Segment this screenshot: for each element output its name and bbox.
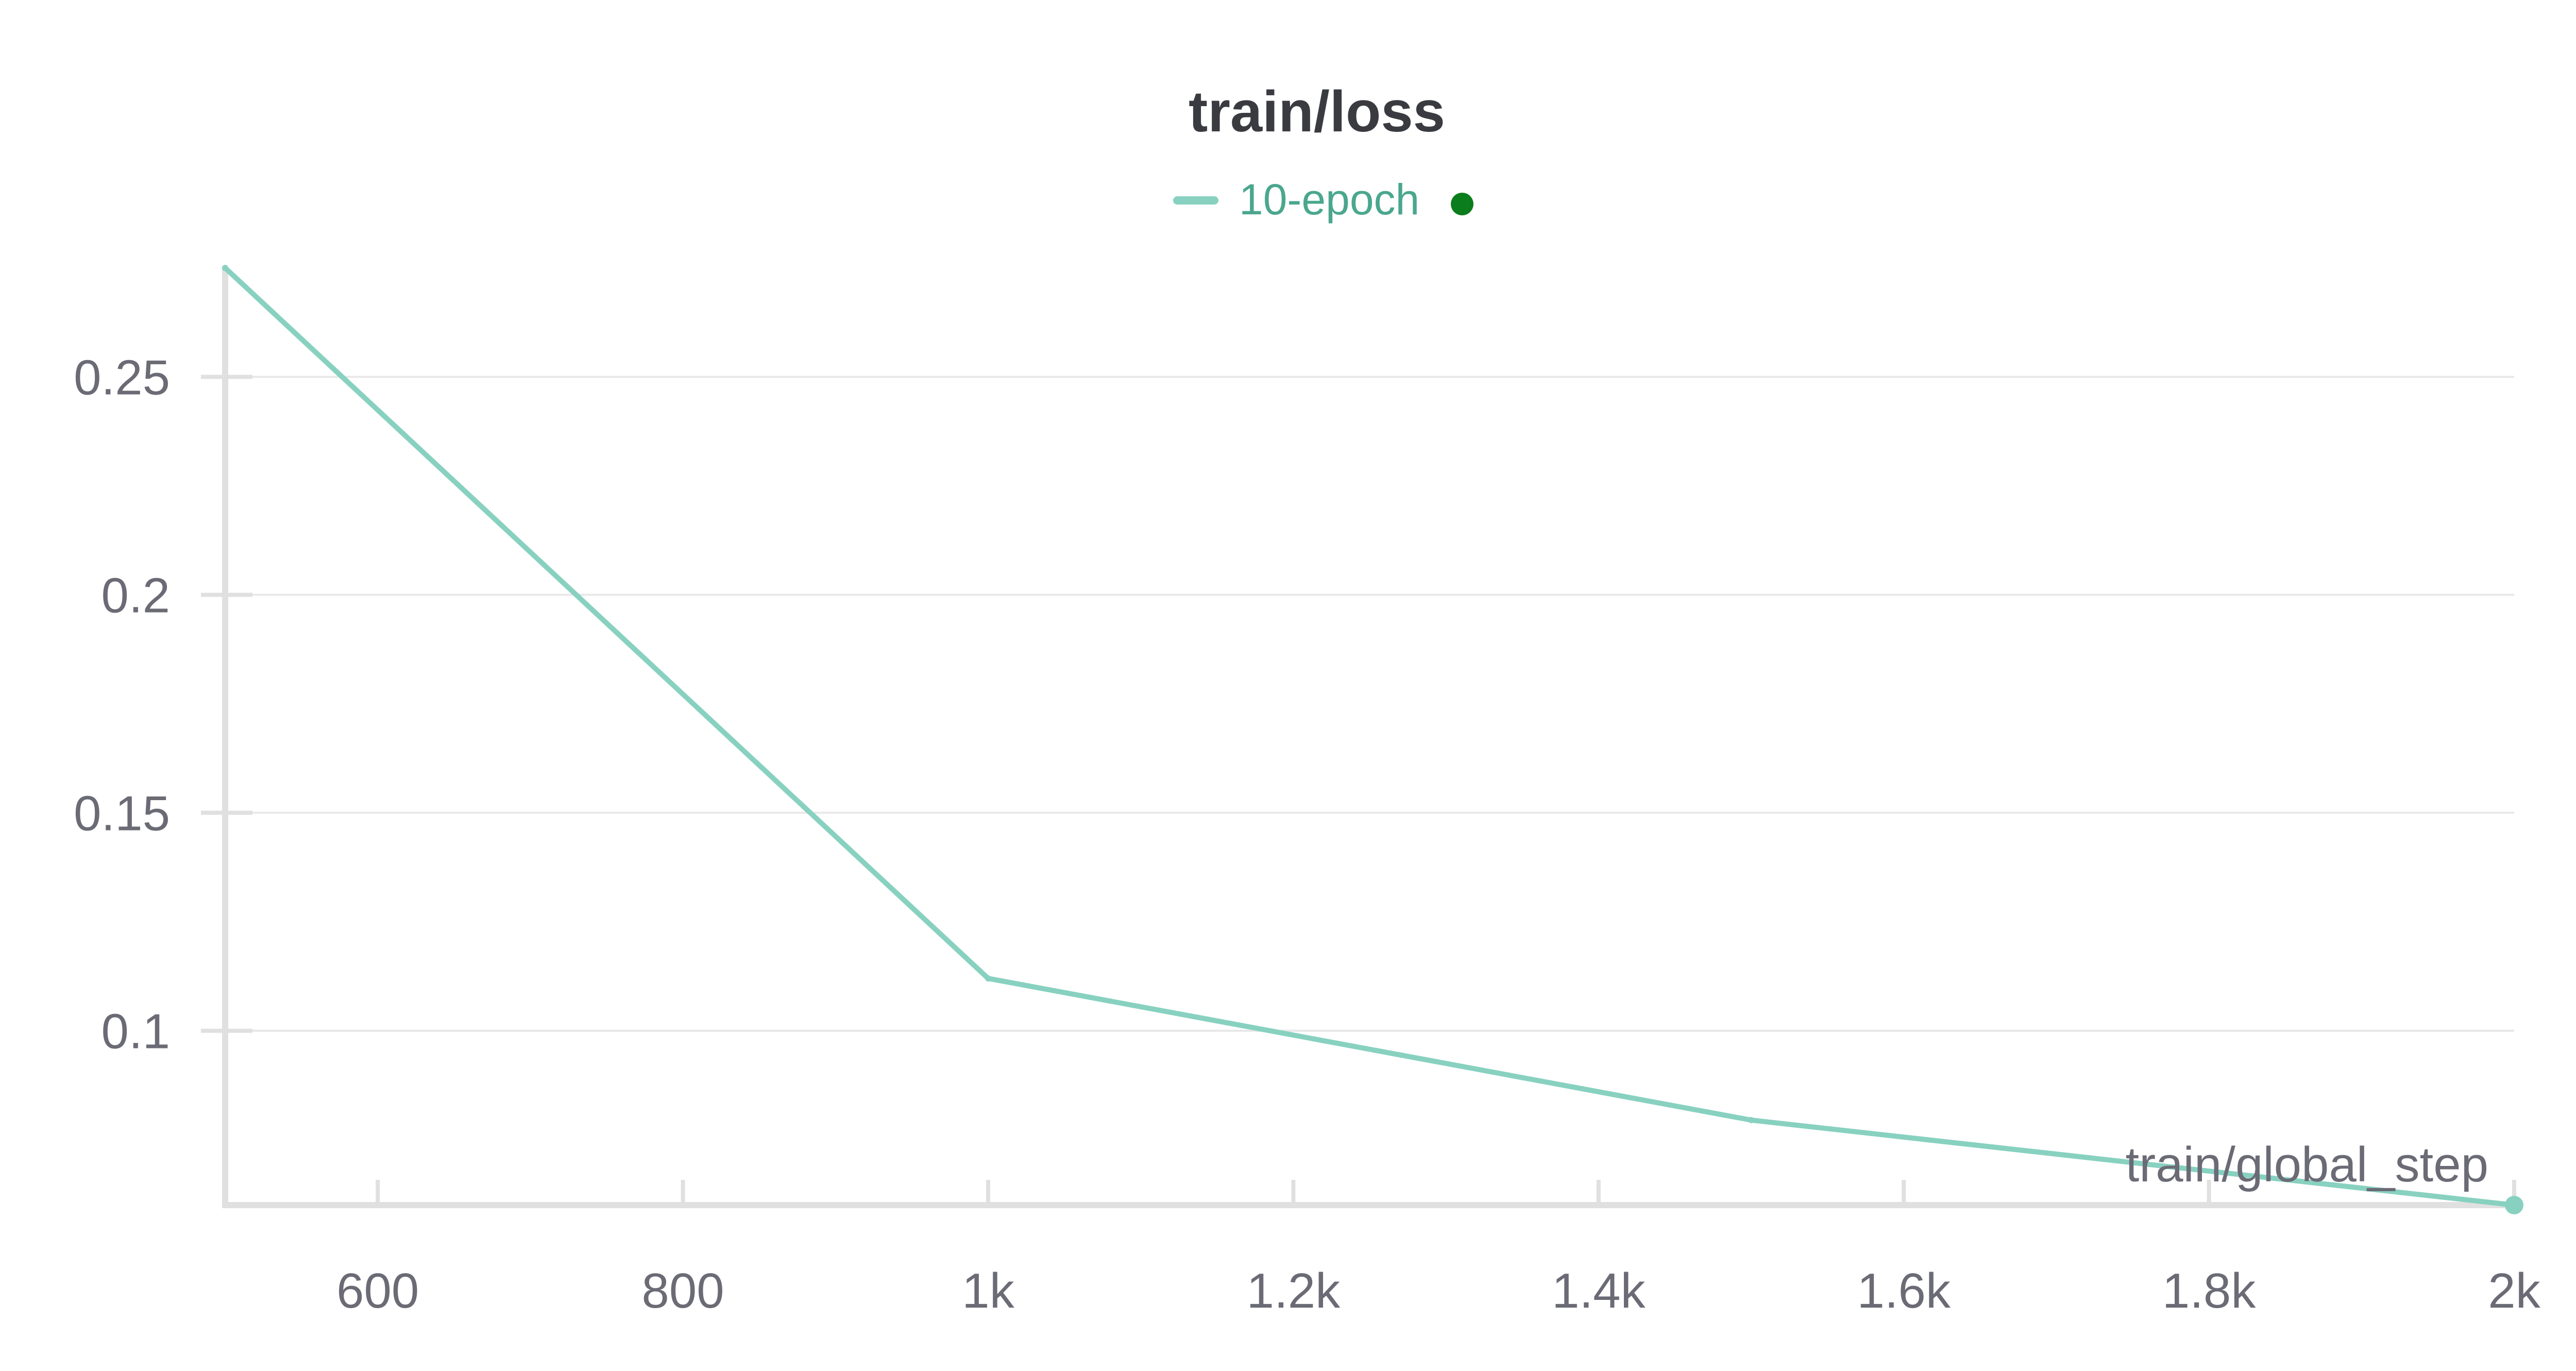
loss-chart: train/loss 10-epoch 0.1 0.15 0.2 0.25 600 80…: [74, 79, 2541, 1318]
x-tick-label: 1.6k: [1857, 1263, 1951, 1318]
chart-panel: train/loss 10-epoch 0.1 0.15 0.2 0.25 600 80…: [0, 0, 2576, 1368]
series-layer: [222, 265, 2523, 1214]
data-point[interactable]: [1748, 1117, 1754, 1124]
legend[interactable]: 10-epoch: [1173, 175, 1473, 224]
x-tick-label: 800: [642, 1263, 724, 1318]
x-tick-label: 2k: [2488, 1263, 2540, 1318]
grid: [225, 376, 2514, 1032]
series-end-marker: [2505, 1196, 2523, 1214]
x-tick-label: 1k: [962, 1263, 1014, 1318]
x-tick-label: 1.8k: [2162, 1263, 2256, 1318]
x-tick-label: 1.4k: [1552, 1263, 1646, 1318]
series-line-10-epoch[interactable]: [223, 265, 2517, 1208]
status-dot-icon: [1451, 193, 1473, 215]
legend-series-label: 10-epoch: [1239, 175, 1419, 224]
y-tick-label: 0.15: [74, 786, 170, 841]
y-tick-label: 0.1: [101, 1004, 170, 1059]
x-tick-label: 1.2k: [1247, 1263, 1341, 1318]
x-tick-label: 600: [336, 1263, 419, 1318]
x-axis-title: train/global_step: [2126, 1137, 2488, 1192]
data-point[interactable]: [222, 265, 228, 271]
x-axis-ticks: 600 800 1k 1.2k 1.4k 1.6k 1.8k 2k: [336, 1180, 2541, 1318]
data-point[interactable]: [985, 975, 991, 982]
y-tick-label: 0.2: [101, 568, 170, 623]
y-tick-label: 0.25: [74, 350, 170, 405]
chart-title: train/loss: [1189, 79, 1445, 144]
